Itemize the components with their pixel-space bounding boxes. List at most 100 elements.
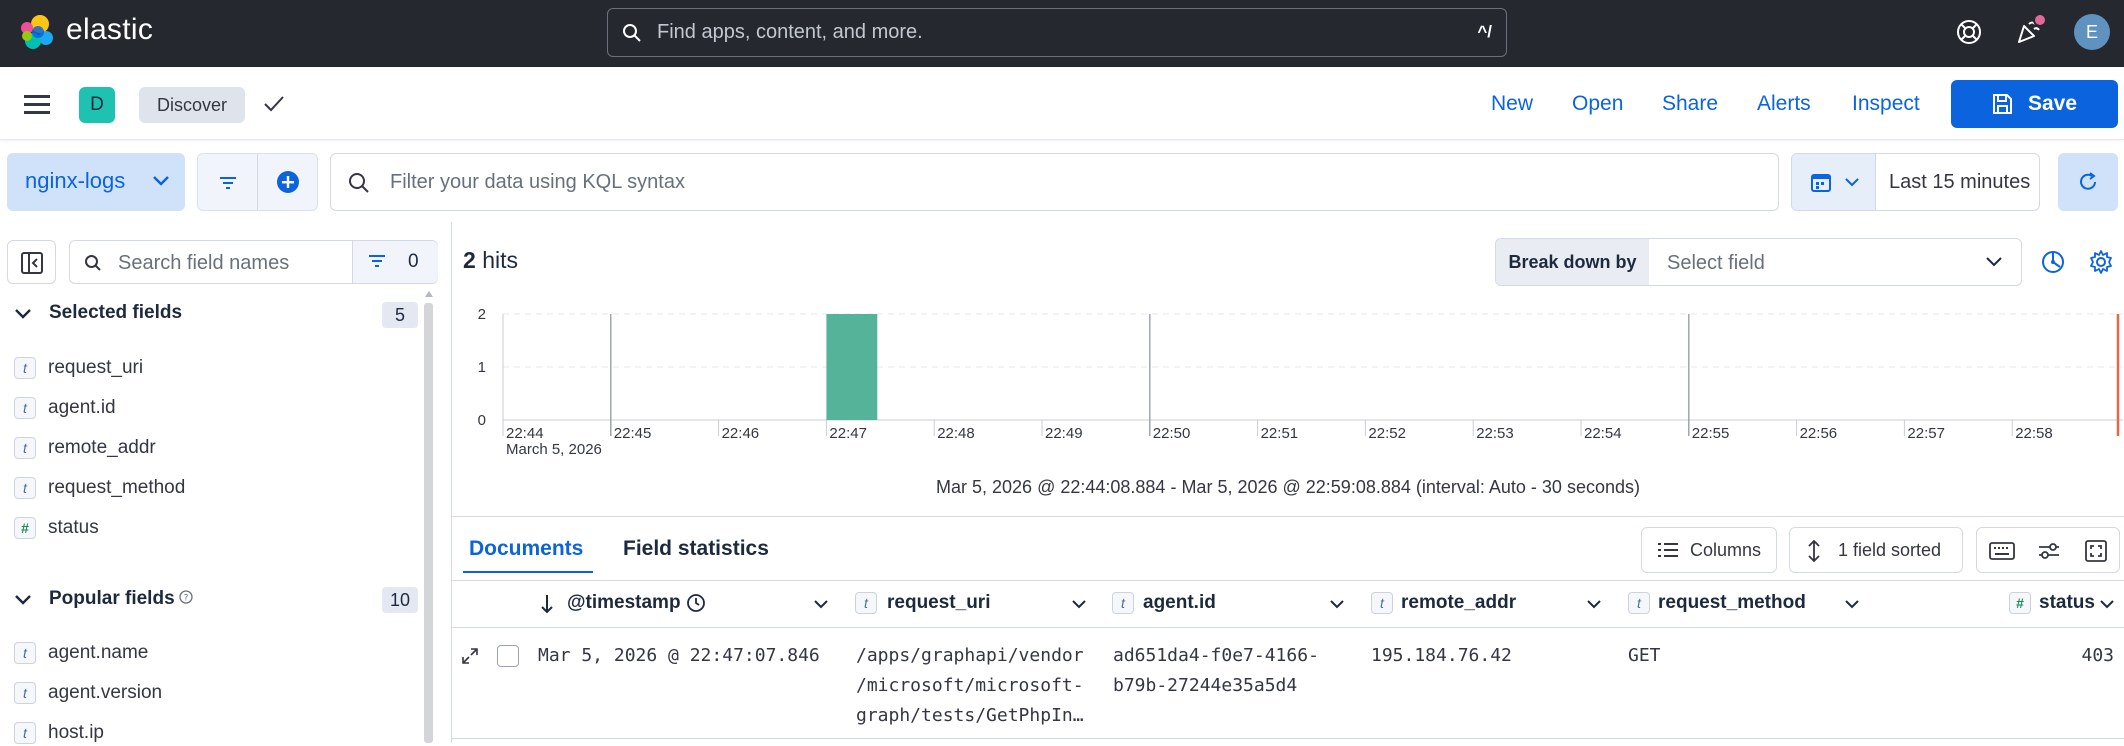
elastic-logo-icon[interactable] — [18, 14, 56, 52]
filter-icon — [369, 255, 385, 267]
top-bar: elastic Find apps, content, and more. ^/… — [0, 0, 2124, 67]
chevron-down-icon[interactable] — [1072, 600, 1086, 609]
share-button[interactable]: Share — [1662, 92, 1718, 116]
cell-line: b79b-27244e35a5d4 — [1113, 675, 1298, 696]
tab-field-statistics[interactable]: Field statistics — [623, 537, 769, 561]
tab-documents[interactable]: Documents — [469, 537, 583, 561]
field-name: agent.name — [48, 642, 149, 663]
row-select-checkbox[interactable] — [497, 645, 519, 667]
chevron-down-icon[interactable] — [1587, 600, 1601, 609]
search-icon — [623, 24, 641, 42]
quick-menu-button[interactable] — [1792, 154, 1876, 210]
time-picker[interactable]: Last 15 minutes — [1791, 153, 2040, 211]
x-tick-label: 22:53 — [1476, 425, 1514, 442]
open-button[interactable]: Open — [1572, 92, 1623, 116]
columns-label: Columns — [1690, 540, 1762, 560]
global-search-input[interactable]: Find apps, content, and more. ^/ — [607, 8, 1507, 57]
x-tick-label: 22:45 — [614, 425, 652, 442]
x-tick-label: 22:51 — [1261, 425, 1299, 442]
chevron-down-icon — [15, 309, 31, 319]
space-avatar[interactable]: D — [79, 87, 115, 123]
section-title: Popular fields — [49, 588, 175, 609]
display-options-icon[interactable] — [2038, 542, 2060, 560]
list-icon — [1658, 543, 1678, 557]
menu-icon[interactable] — [24, 93, 50, 115]
breakdown-select[interactable]: Break down by Select field — [1495, 238, 2022, 286]
gear-icon[interactable] — [2088, 249, 2114, 275]
save-button[interactable]: Save — [1951, 80, 2118, 128]
sort-button[interactable]: 1 field sorted — [1789, 527, 1963, 573]
x-tick-label: 22:55 — [1692, 425, 1730, 442]
columns-button[interactable]: Columns — [1641, 527, 1777, 573]
add-filter-icon[interactable] — [276, 170, 300, 194]
popular-fields-count: 10 — [382, 587, 418, 613]
cell-timestamp[interactable]: Mar 5, 2026 @ 22:47:07.846 — [538, 641, 820, 671]
time-range-text: Mar 5, 2026 @ 22:44:08.884 - Mar 5, 2026… — [936, 477, 1640, 497]
keyboard-icon[interactable] — [1989, 542, 2015, 560]
kql-query-input[interactable]: Filter your data using KQL syntax — [330, 153, 1779, 211]
scroll-up-arrow[interactable] — [425, 290, 433, 298]
string-type-icon: t — [14, 642, 36, 664]
breadcrumb[interactable]: Discover — [139, 87, 246, 123]
chevron-down-icon — [1986, 257, 2002, 267]
calendar-icon — [1811, 174, 1831, 192]
field-type-filter-button[interactable]: 0 — [352, 241, 438, 283]
cell-request-uri[interactable]: /apps/graphapi/vendor /microsoft/microso… — [856, 641, 1084, 731]
string-type-icon: t — [14, 437, 36, 459]
divider — [452, 516, 2124, 517]
cell-request-method[interactable]: GET — [1628, 641, 1661, 671]
x-tick-label: 22:47 — [829, 425, 867, 442]
cell-agent-id[interactable]: ad651da4-f0e7-4166- b79b-27244e35a5d4 — [1113, 641, 1319, 701]
chevron-down-icon[interactable] — [814, 600, 828, 609]
x-tick-label: 22:54 — [1584, 425, 1622, 442]
alerts-button[interactable]: Alerts — [1757, 92, 1811, 116]
column-header-agent-id[interactable]: agent.id — [1143, 592, 1216, 614]
histogram-chart[interactable]: 2 1 0 22:44 22:45 22:46 22:47 22:48 22:49 22:50 22… — [452, 300, 2124, 460]
info-icon[interactable]: ? — [179, 590, 193, 604]
user-avatar[interactable]: E — [2074, 14, 2110, 50]
fullscreen-icon[interactable] — [2085, 540, 2107, 562]
chevron-down-icon[interactable] — [1845, 600, 1859, 609]
hit-number: 2 — [463, 247, 476, 273]
y-tick-label: 0 — [478, 412, 486, 429]
expand-row-icon[interactable] — [461, 647, 479, 665]
string-type-icon: t — [1112, 592, 1134, 614]
filter-menu-icon[interactable] — [220, 176, 236, 190]
chevron-down-icon[interactable] — [1330, 600, 1344, 609]
column-header-request-method[interactable]: request_method — [1658, 592, 1806, 614]
time-range-label: Last 15 minutes — [1889, 171, 2031, 193]
sidebar-scrollbar[interactable] — [424, 303, 433, 743]
data-view-picker[interactable]: nginx-logs — [7, 153, 185, 211]
refresh-button[interactable] — [2058, 153, 2118, 211]
cell-remote-addr[interactable]: 195.184.76.42 — [1371, 641, 1512, 671]
field-search-input[interactable]: Search field names 0 — [69, 240, 438, 284]
chart-options-icon[interactable] — [2040, 249, 2066, 275]
column-header-request-uri[interactable]: request_uri — [887, 592, 990, 614]
x-tick-label: 22:56 — [1800, 425, 1838, 442]
x-tick-label: 22:58 — [2015, 425, 2053, 442]
sort-descending-icon[interactable] — [540, 594, 554, 614]
chevron-down-icon[interactable] — [2100, 600, 2114, 609]
column-header-remote-addr[interactable]: remote_addr — [1401, 592, 1516, 614]
column-header-timestamp[interactable]: @timestamp — [567, 592, 681, 614]
divider — [452, 627, 2124, 628]
field-name: host.ip — [48, 722, 104, 743]
string-type-icon: t — [1371, 592, 1393, 614]
data-view-name: nginx-logs — [25, 168, 126, 193]
refresh-icon — [2080, 172, 2096, 190]
new-button[interactable]: New — [1491, 92, 1533, 116]
string-type-icon: t — [14, 722, 36, 744]
sort-icon — [1808, 540, 1820, 562]
cell-line: /microsoft/microsoft- — [856, 675, 1084, 696]
chevron-down-icon — [15, 595, 31, 605]
sidebar-toggle-button[interactable] — [7, 240, 56, 284]
cell-status[interactable]: 403 — [2060, 641, 2114, 671]
field-search-placeholder: Search field names — [118, 252, 290, 274]
help-icon[interactable] — [1955, 18, 1983, 46]
divider — [452, 580, 2124, 581]
column-header-status[interactable]: status — [2039, 592, 2095, 614]
x-tick-label: 22:46 — [722, 425, 760, 442]
inspect-button[interactable]: Inspect — [1852, 92, 1920, 116]
x-tick-label: 22:50 — [1153, 425, 1191, 442]
cell-line: graph/tests/GetPhpIn… — [856, 705, 1084, 726]
